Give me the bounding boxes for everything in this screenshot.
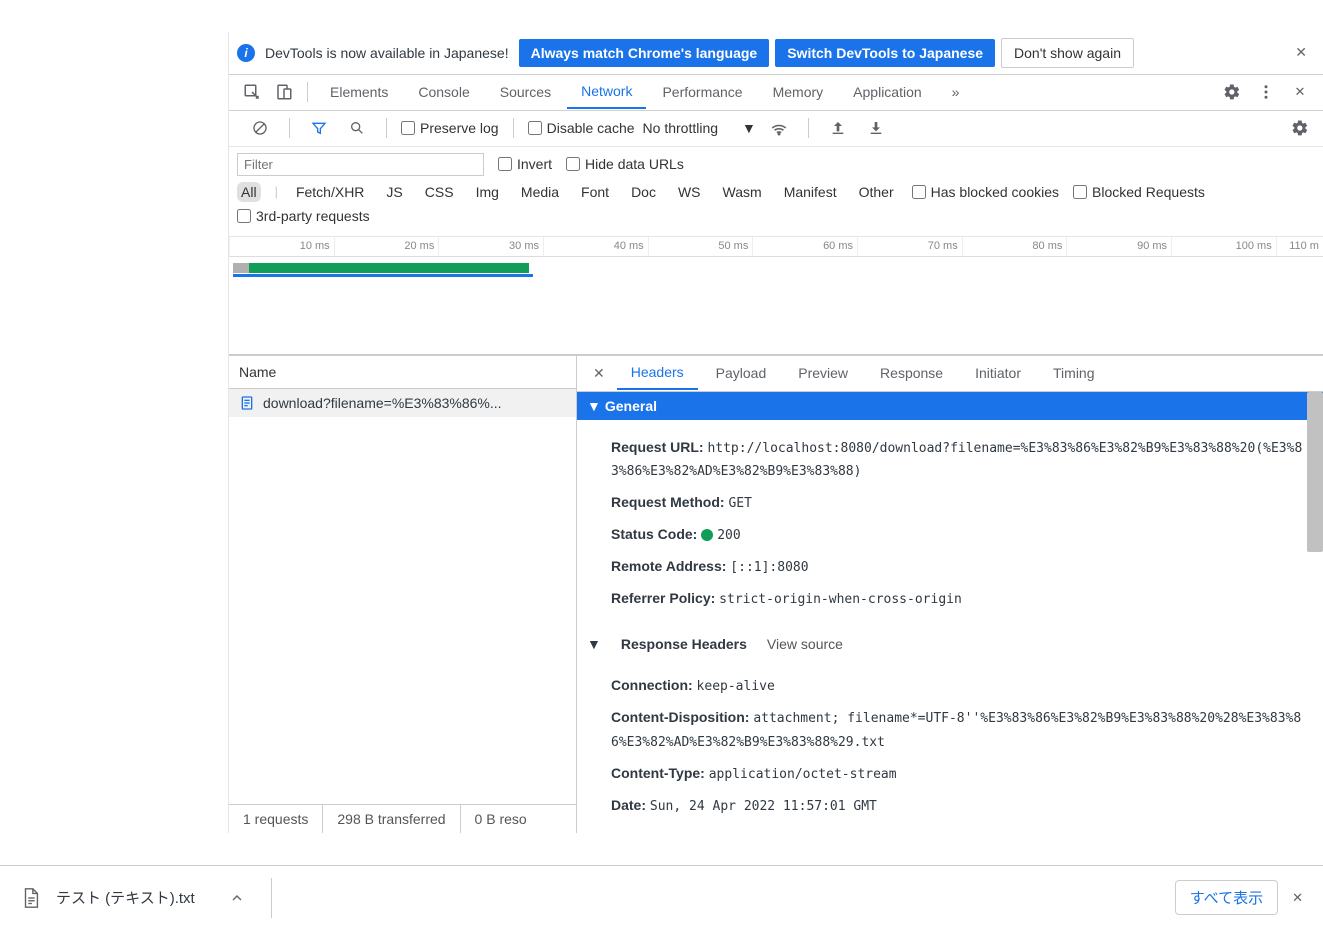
general-section-header[interactable]: ▼ General <box>577 392 1323 420</box>
devtools-tabs: Elements Console Sources Network Perform… <box>229 75 1323 111</box>
detail-tab-preview[interactable]: Preview <box>784 357 862 389</box>
filter-all[interactable]: All <box>237 182 261 202</box>
file-icon <box>20 887 42 909</box>
network-timeline[interactable]: 10 ms 20 ms 30 ms 40 ms 50 ms 60 ms 70 m… <box>229 237 1323 355</box>
settings-icon[interactable] <box>1222 82 1242 102</box>
tab-memory[interactable]: Memory <box>759 76 838 108</box>
remote-address: Remote Address: [::1]:8080 <box>611 555 1305 579</box>
network-filter-bar: Invert Hide data URLs All | Fetch/XHR JS… <box>229 147 1323 237</box>
response-headers-section[interactable]: ▼ Response Headers View source <box>577 626 1323 658</box>
close-devtools-icon[interactable]: ✕ <box>1290 82 1310 102</box>
filter-manifest[interactable]: Manifest <box>780 182 841 202</box>
download-filename: テスト (テキスト).txt <box>56 887 195 908</box>
hide-data-urls-checkbox[interactable]: Hide data URLs <box>566 156 684 172</box>
tab-network[interactable]: Network <box>567 75 646 109</box>
info-icon: i <box>237 44 255 62</box>
chevron-up-icon[interactable] <box>229 890 245 906</box>
status-resources: 0 B reso <box>461 805 541 833</box>
filter-icon[interactable] <box>309 118 329 138</box>
filter-ws[interactable]: WS <box>674 182 705 202</box>
filter-css[interactable]: CSS <box>421 182 458 202</box>
infobar-text: DevTools is now available in Japanese! <box>265 45 509 61</box>
upload-har-icon[interactable] <box>828 118 848 138</box>
status-transferred: 298 B transferred <box>323 805 460 833</box>
filter-wasm[interactable]: Wasm <box>719 182 766 202</box>
tab-elements[interactable]: Elements <box>316 76 402 108</box>
preserve-log-checkbox[interactable]: Preserve log <box>401 120 499 136</box>
document-icon <box>239 395 255 411</box>
request-method: Request Method: GET <box>611 491 1305 515</box>
clear-icon[interactable] <box>250 118 270 138</box>
request-details: ✕ Headers Payload Preview Response Initi… <box>577 356 1323 834</box>
tab-performance[interactable]: Performance <box>648 76 756 108</box>
has-blocked-cookies-checkbox[interactable]: Has blocked cookies <box>912 184 1059 200</box>
filter-input[interactable] <box>237 153 484 176</box>
view-source-link[interactable]: View source <box>767 636 843 652</box>
network-status-bar: 1 requests 298 B transferred 0 B reso <box>229 804 576 833</box>
network-settings-icon[interactable] <box>1290 118 1310 138</box>
detail-tab-headers[interactable]: Headers <box>617 356 698 390</box>
switch-to-japanese-button[interactable]: Switch DevTools to Japanese <box>775 39 995 67</box>
tab-more[interactable]: » <box>938 76 974 108</box>
filter-media[interactable]: Media <box>517 182 563 202</box>
disable-cache-checkbox[interactable]: Disable cache <box>528 120 635 136</box>
download-har-icon[interactable] <box>866 118 886 138</box>
close-details-icon[interactable]: ✕ <box>585 361 613 386</box>
tab-application[interactable]: Application <box>839 76 936 108</box>
close-shelf-icon[interactable]: ✕ <box>1292 890 1303 906</box>
header-content-disposition: Content-Disposition: attachment; filenam… <box>611 706 1305 754</box>
kebab-menu-icon[interactable] <box>1256 82 1276 102</box>
header-content-type: Content-Type: application/octet-stream <box>611 762 1305 786</box>
tab-console[interactable]: Console <box>404 76 483 108</box>
detail-tab-response[interactable]: Response <box>866 357 957 389</box>
inspect-icon[interactable] <box>242 82 262 102</box>
network-toolbar: Preserve log Disable cache No throttling… <box>229 111 1323 147</box>
request-list-header[interactable]: Name <box>229 356 576 389</box>
filter-img[interactable]: Img <box>472 182 503 202</box>
search-icon[interactable] <box>347 118 367 138</box>
status-requests: 1 requests <box>229 805 323 833</box>
header-date: Date: Sun, 24 Apr 2022 11:57:01 GMT <box>611 794 1305 818</box>
close-icon[interactable]: ✕ <box>1287 40 1315 65</box>
device-toggle-icon[interactable] <box>274 82 294 102</box>
tab-sources[interactable]: Sources <box>486 76 565 108</box>
status-code: Status Code: 200 <box>611 523 1305 547</box>
third-party-checkbox[interactable]: 3rd-party requests <box>237 208 370 224</box>
referrer-policy: Referrer Policy: strict-origin-when-cros… <box>611 587 1305 611</box>
filter-font[interactable]: Font <box>577 182 613 202</box>
filter-fetch-xhr[interactable]: Fetch/XHR <box>292 182 368 202</box>
request-row[interactable]: download?filename=%E3%83%86%... <box>229 389 576 417</box>
devtools-infobar: i DevTools is now available in Japanese!… <box>229 32 1323 75</box>
request-list: Name download?filename=%E3%83%86%... 1 r… <box>229 356 577 834</box>
dont-show-again-button[interactable]: Don't show again <box>1001 38 1134 68</box>
always-match-language-button[interactable]: Always match Chrome's language <box>519 39 770 67</box>
detail-tab-initiator[interactable]: Initiator <box>961 357 1035 389</box>
request-url: Request URL: http://localhost:8080/downl… <box>611 436 1305 484</box>
header-connection: Connection: keep-alive <box>611 674 1305 698</box>
scrollbar[interactable] <box>1307 392 1323 552</box>
filter-doc[interactable]: Doc <box>627 182 660 202</box>
show-all-button[interactable]: すべて表示 <box>1175 880 1278 915</box>
filter-other[interactable]: Other <box>855 182 898 202</box>
detail-tab-timing[interactable]: Timing <box>1039 357 1109 389</box>
network-conditions-icon[interactable] <box>769 118 789 138</box>
throttling-dropdown[interactable]: No throttling ▼ <box>643 120 756 136</box>
filter-js[interactable]: JS <box>382 182 406 202</box>
download-item[interactable]: テスト (テキスト).txt <box>20 887 265 909</box>
invert-checkbox[interactable]: Invert <box>498 156 552 172</box>
detail-tab-payload[interactable]: Payload <box>702 357 781 389</box>
download-shelf: テスト (テキスト).txt すべて表示 ✕ <box>0 865 1323 929</box>
blocked-requests-checkbox[interactable]: Blocked Requests <box>1073 184 1205 200</box>
